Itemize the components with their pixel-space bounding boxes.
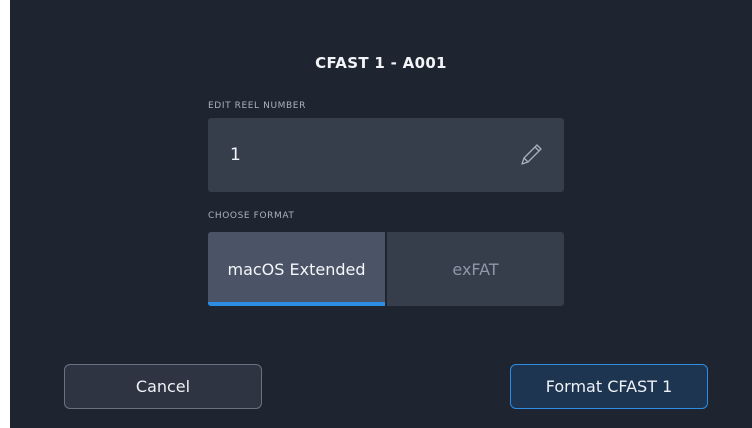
reel-number-field[interactable]: 1 xyxy=(208,118,564,192)
format-selector: macOS Extended exFAT xyxy=(208,232,564,306)
format-card-button[interactable]: Format CFAST 1 xyxy=(510,364,708,409)
reel-number-label: EDIT REEL NUMBER xyxy=(208,101,306,111)
pencil-icon[interactable] xyxy=(516,140,546,170)
cancel-button-label: Cancel xyxy=(135,377,191,396)
choose-format-label: CHOOSE FORMAT xyxy=(208,211,295,221)
reel-number-value: 1 xyxy=(230,145,241,165)
format-button-label: Format CFAST 1 xyxy=(545,377,673,396)
dialog-title: CFAST 1 - A001 xyxy=(315,54,447,72)
format-option-exfat[interactable]: exFAT xyxy=(387,232,564,306)
format-card-dialog: CFAST 1 - A001 EDIT REEL NUMBER 1 CHOOSE… xyxy=(10,0,752,428)
format-option-label: exFAT xyxy=(452,259,499,279)
format-option-macos-extended[interactable]: macOS Extended xyxy=(208,232,387,306)
selected-indicator xyxy=(208,302,385,306)
format-option-label: macOS Extended xyxy=(227,259,366,279)
cancel-button[interactable]: Cancel xyxy=(64,364,262,409)
